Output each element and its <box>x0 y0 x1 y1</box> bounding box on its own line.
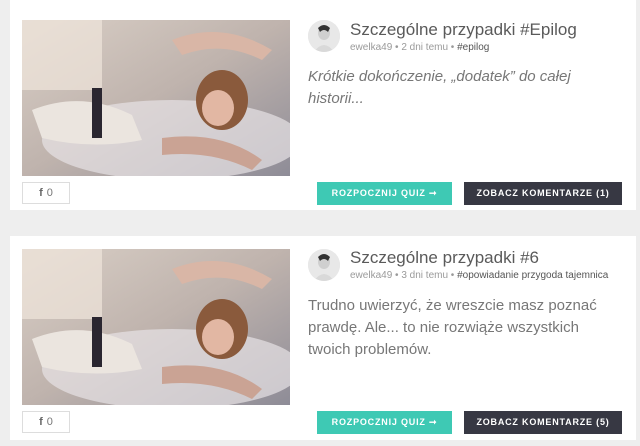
post-tag[interactable]: #opowiadanie przygoda tajemnica <box>457 270 608 281</box>
facebook-share-button[interactable]: f0 <box>22 182 70 204</box>
meta-separator: • <box>392 42 402 53</box>
author-avatar[interactable] <box>308 20 340 52</box>
post-image <box>22 249 290 405</box>
view-comments-button[interactable]: ZOBACZ KOMENTARZE (1) <box>464 182 622 205</box>
post-title[interactable]: Szczególne przypadki #Epilog <box>350 20 577 40</box>
view-comments-button[interactable]: ZOBACZ KOMENTARZE (5) <box>464 411 622 434</box>
post-meta: ewelka49 • 3 dni temu • #opowiadanie prz… <box>350 270 608 281</box>
author-name[interactable]: ewelka49 <box>350 42 392 53</box>
post-meta: ewelka49 • 2 dni temu • #epilog <box>350 42 489 53</box>
facebook-icon: f <box>39 187 43 199</box>
post-excerpt: Trudno uwierzyć, że wreszcie masz poznać… <box>308 297 597 358</box>
post-thumbnail[interactable] <box>22 249 290 405</box>
post-card: Szczególne przypadki #6 ewelka49 • 3 dni… <box>10 236 636 440</box>
author-name[interactable]: ewelka49 <box>350 270 392 281</box>
post-title[interactable]: Szczególne przypadki #6 <box>350 248 539 268</box>
meta-separator: • <box>448 270 458 281</box>
post-image <box>22 20 290 176</box>
avatar-image <box>308 20 340 52</box>
facebook-share-button[interactable]: f0 <box>22 411 70 433</box>
meta-separator: • <box>448 42 458 53</box>
post-thumbnail[interactable] <box>22 20 290 176</box>
share-count: 0 <box>46 416 53 428</box>
avatar-image <box>308 249 340 281</box>
meta-separator: • <box>392 270 402 281</box>
post-excerpt: Krótkie dokończenie, „dodatek” do całej … <box>308 68 571 107</box>
post-tag[interactable]: #epilog <box>457 42 489 53</box>
post-time: 3 dni temu <box>401 270 449 281</box>
author-avatar[interactable] <box>308 249 340 281</box>
facebook-icon: f <box>39 416 43 428</box>
start-quiz-button[interactable]: ROZPOCZNIJ QUIZ ➞ <box>317 182 452 205</box>
share-count: 0 <box>46 187 53 199</box>
post-time: 2 dni temu <box>401 42 449 53</box>
post-card: Szczególne przypadki #Epilog ewelka49 • … <box>10 0 636 210</box>
start-quiz-button[interactable]: ROZPOCZNIJ QUIZ ➞ <box>317 411 452 434</box>
